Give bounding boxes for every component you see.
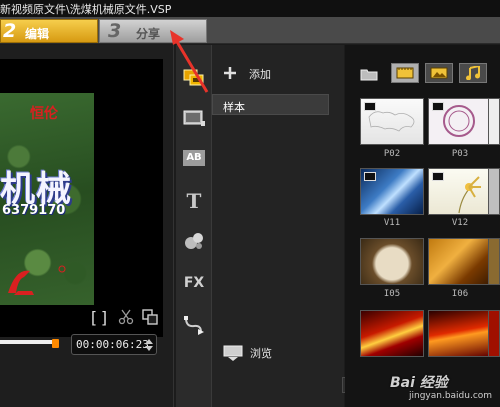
seek-bar[interactable] — [0, 340, 56, 344]
tab-edit[interactable]: 2 编辑 — [0, 19, 98, 43]
media-toolbar — [345, 63, 500, 87]
video-badge-icon — [364, 172, 376, 181]
step-tabs: 2 编辑 3 分享 — [0, 17, 500, 44]
filter-tool[interactable]: FX — [180, 270, 208, 296]
transition-tool[interactable]: AB — [180, 145, 208, 171]
image-badge-icon — [432, 102, 444, 111]
thumbnail-partial[interactable] — [488, 168, 500, 215]
preview-screen[interactable]: 机械 6379170 恒伦 — [0, 59, 163, 337]
thumbnail-i07[interactable] — [360, 310, 424, 357]
timecode-stepper-icon[interactable] — [144, 337, 154, 353]
mark-out-button[interactable]: ] — [97, 308, 111, 327]
library-item-label: 样本 — [223, 101, 245, 114]
company-logo-icon — [8, 265, 66, 295]
timecode-field[interactable]: 00:00:06:23 — [71, 334, 157, 355]
audio-filter-icon — [466, 66, 480, 80]
graphic-tool[interactable] — [180, 228, 208, 254]
transition-icon: AB — [183, 150, 205, 166]
thumbnail-label: P02 — [383, 149, 401, 159]
video-filter-icon — [396, 67, 414, 79]
tab-edit-number: 2 — [3, 20, 17, 42]
title-tool[interactable]: T — [180, 188, 208, 214]
title-icon: T — [186, 189, 202, 213]
thumbnail-label: I05 — [383, 289, 401, 299]
thumbnail-partial[interactable] — [488, 310, 500, 357]
filter-icon: FX — [183, 275, 205, 291]
watermark-text: Bai 经验 — [390, 375, 448, 391]
tab-share-number: 3 — [108, 20, 122, 42]
video-frame: 机械 6379170 恒伦 — [0, 93, 94, 305]
thumbnail-v11[interactable] — [360, 168, 424, 215]
logo-text: 恒伦 — [30, 106, 58, 122]
watermark-url: jingyan.baidu.com — [409, 391, 493, 401]
image-badge-icon — [364, 102, 376, 111]
path-tool[interactable] — [180, 312, 208, 338]
video-badge-icon — [432, 172, 444, 181]
thumbnail-label: I06 — [451, 289, 469, 299]
path-icon — [184, 316, 204, 335]
window-title: 新视频原文件\洗煤机械原文件.VSP — [0, 3, 172, 16]
video-filter-button[interactable] — [391, 63, 419, 83]
thumbnail-label: V11 — [383, 218, 401, 228]
library-item-sample[interactable]: 样本 — [212, 94, 329, 115]
image-filter-icon — [430, 67, 448, 79]
scissors-icon[interactable] — [118, 309, 134, 325]
thumbnail-v12[interactable] — [428, 168, 492, 215]
thumbnail-p02[interactable] — [360, 98, 424, 145]
copy-icon[interactable] — [142, 309, 158, 325]
thumbnail-p03[interactable] — [428, 98, 492, 145]
library-toolbar: 添加 — [212, 59, 344, 85]
video-phone-text: 6379170 — [2, 203, 66, 218]
timecode-value: 00:00:06:23 — [76, 338, 149, 351]
thumbnail-i08[interactable] — [428, 310, 492, 357]
instant-project-icon — [183, 110, 205, 126]
thumbnail-i05[interactable] — [360, 238, 424, 285]
add-button[interactable]: 添加 — [249, 66, 271, 82]
image-filter-button[interactable] — [425, 63, 453, 83]
browse-button[interactable]: 浏览 — [250, 345, 272, 361]
plus-icon[interactable] — [224, 67, 236, 79]
tab-edit-label: 编辑 — [25, 27, 50, 41]
preview-panel: 机械 6379170 恒伦 [ ] 00:00:06:23 — [0, 45, 174, 407]
thumbnail-partial[interactable] — [488, 238, 500, 285]
tab-share[interactable]: 3 分享 — [99, 19, 207, 43]
library-panel: 添加 样本 浏览 — [212, 45, 344, 407]
audio-filter-button[interactable] — [459, 63, 487, 83]
thumbnail-partial[interactable] — [488, 98, 500, 145]
folder-icon[interactable] — [360, 67, 378, 81]
instant-project-tool[interactable] — [180, 105, 208, 131]
graphic-icon — [185, 233, 203, 249]
media-icon — [183, 69, 204, 86]
seek-handle[interactable] — [52, 339, 59, 348]
title-bar: 新视频原文件\洗煤机械原文件.VSP — [0, 0, 500, 17]
tab-share-label: 分享 — [136, 27, 161, 41]
thumbnail-i06[interactable] — [428, 238, 492, 285]
tool-strip: AB T FX — [176, 45, 212, 407]
thumbnail-label: P03 — [451, 149, 469, 159]
media-tool[interactable] — [180, 65, 208, 91]
browse-icon[interactable] — [223, 345, 243, 361]
thumbnail-label: V12 — [451, 218, 469, 228]
